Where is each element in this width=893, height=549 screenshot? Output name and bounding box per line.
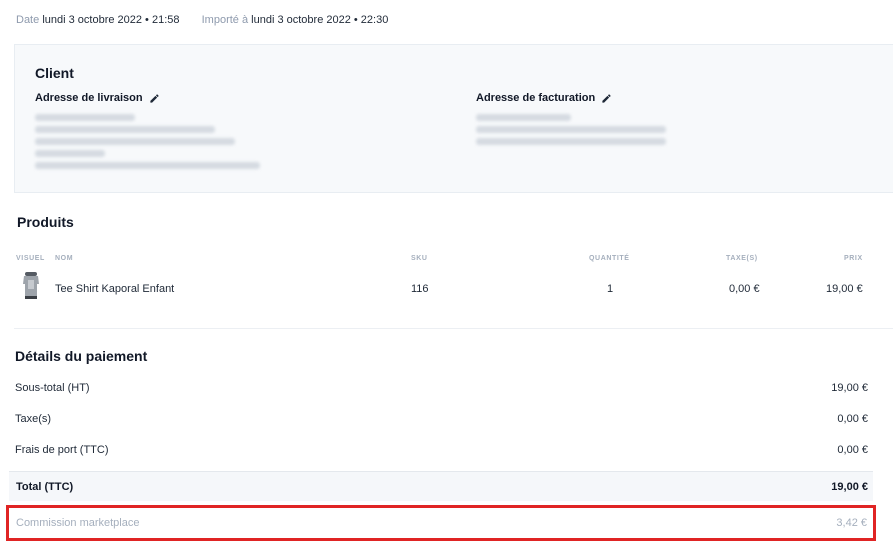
tax-value: 0,00 € (837, 413, 868, 425)
total-label: Total (TTC) (16, 481, 74, 493)
billing-address-label: Adresse de facturation (476, 92, 596, 104)
client-title: Client (35, 65, 74, 81)
date-label: Date (16, 14, 40, 26)
commission-label: Commission marketplace (16, 517, 140, 529)
pencil-icon[interactable] (149, 93, 160, 104)
product-tax: 0,00 € (729, 283, 760, 295)
pencil-icon[interactable] (601, 93, 612, 104)
shipping-fee-label: Frais de port (TTC) (15, 444, 109, 456)
shipping-address-header: Adresse de livraison (35, 92, 160, 104)
imported-value: lundi 3 octobre 2022 • 22:30 (251, 14, 389, 26)
column-header-prix: PRIX (844, 255, 863, 262)
shipping-address-label: Adresse de livraison (35, 92, 143, 104)
imported-label: Importé à (201, 14, 249, 26)
product-sku: 116 (411, 283, 429, 295)
date-value: lundi 3 octobre 2022 • 21:58 (42, 14, 180, 26)
client-card: Client Adresse de livraison Adresse de f… (14, 44, 893, 193)
column-header-visuel: VISUEL (16, 255, 45, 262)
product-quantity: 1 (607, 283, 614, 295)
billing-address-header: Adresse de facturation (476, 92, 612, 104)
tax-label: Taxe(s) (15, 413, 52, 425)
subtotal-value: 19,00 € (831, 382, 868, 394)
subtotal-label: Sous-total (HT) (15, 382, 90, 394)
shipping-fee-value: 0,00 € (837, 444, 868, 456)
column-header-sku: SKU (411, 255, 428, 262)
shipping-address-blurred (35, 109, 335, 177)
column-header-quantite: QUANTITÉ (589, 255, 630, 262)
billing-address-blurred (476, 109, 686, 177)
total-value: 19,00 € (831, 481, 868, 493)
section-divider (14, 328, 893, 329)
products-title: Produits (17, 214, 74, 230)
commission-value: 3,42 € (836, 517, 867, 529)
column-header-nom: NOM (55, 255, 74, 262)
product-price: 19,00 € (826, 283, 863, 295)
column-header-taxes: TAXE(S) (726, 255, 758, 262)
total-row: Total (TTC) 19,00 € (9, 471, 873, 501)
product-thumbnail (23, 272, 39, 299)
order-meta: Date lundi 3 octobre 2022 • 21:58 Import… (16, 14, 388, 26)
product-name: Tee Shirt Kaporal Enfant (55, 283, 175, 295)
commission-row-highlight: Commission marketplace 3,42 € (6, 505, 876, 541)
payment-title: Détails du paiement (15, 348, 148, 364)
